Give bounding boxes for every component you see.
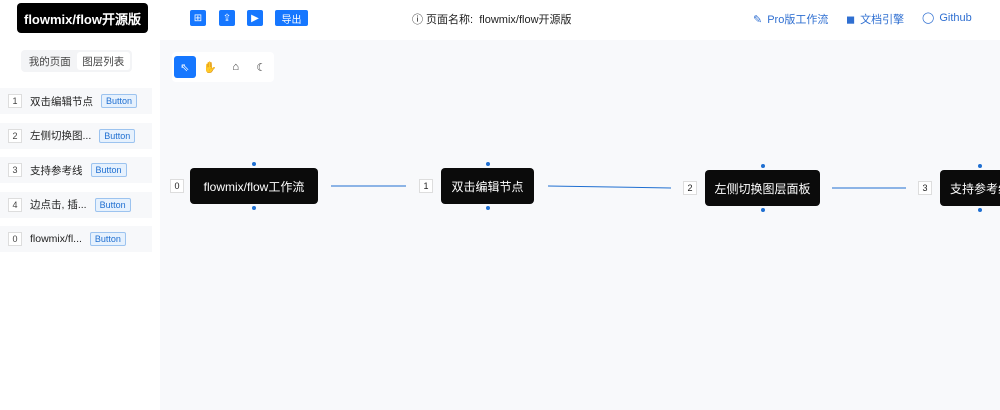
flow-node[interactable]: 支持参考线 xyxy=(940,170,1000,206)
node-handle[interactable] xyxy=(252,206,256,210)
hand-tool-icon[interactable]: ✋ xyxy=(200,56,222,78)
dark-mode-icon[interactable]: ☾ xyxy=(251,56,273,78)
home-tool-icon[interactable]: ⌂ xyxy=(225,56,247,78)
edges xyxy=(331,185,906,189)
node-index: 2 xyxy=(683,181,697,195)
select-tool-icon[interactable]: ⇖ xyxy=(174,56,196,78)
node-handle[interactable] xyxy=(978,208,982,212)
node-handle[interactable] xyxy=(978,164,982,168)
canvas-toolbar: ⇖ ✋ ⌂ ☾ xyxy=(172,52,274,82)
node-handle[interactable] xyxy=(485,162,490,166)
node-index: 1 xyxy=(419,179,433,193)
node-index: 3 xyxy=(918,181,932,195)
edge xyxy=(547,185,672,189)
flow-node[interactable]: flowmix/flow工作流 xyxy=(190,168,318,204)
flow-node[interactable]: 左侧切换图层面板 xyxy=(705,170,820,206)
flow-node[interactable]: 双击编辑节点 xyxy=(441,168,534,204)
node-handle[interactable] xyxy=(760,208,765,212)
node-handle[interactable] xyxy=(760,164,765,168)
node-handle[interactable] xyxy=(485,206,490,210)
node-index: 0 xyxy=(170,179,184,193)
node-handle[interactable] xyxy=(252,162,256,166)
